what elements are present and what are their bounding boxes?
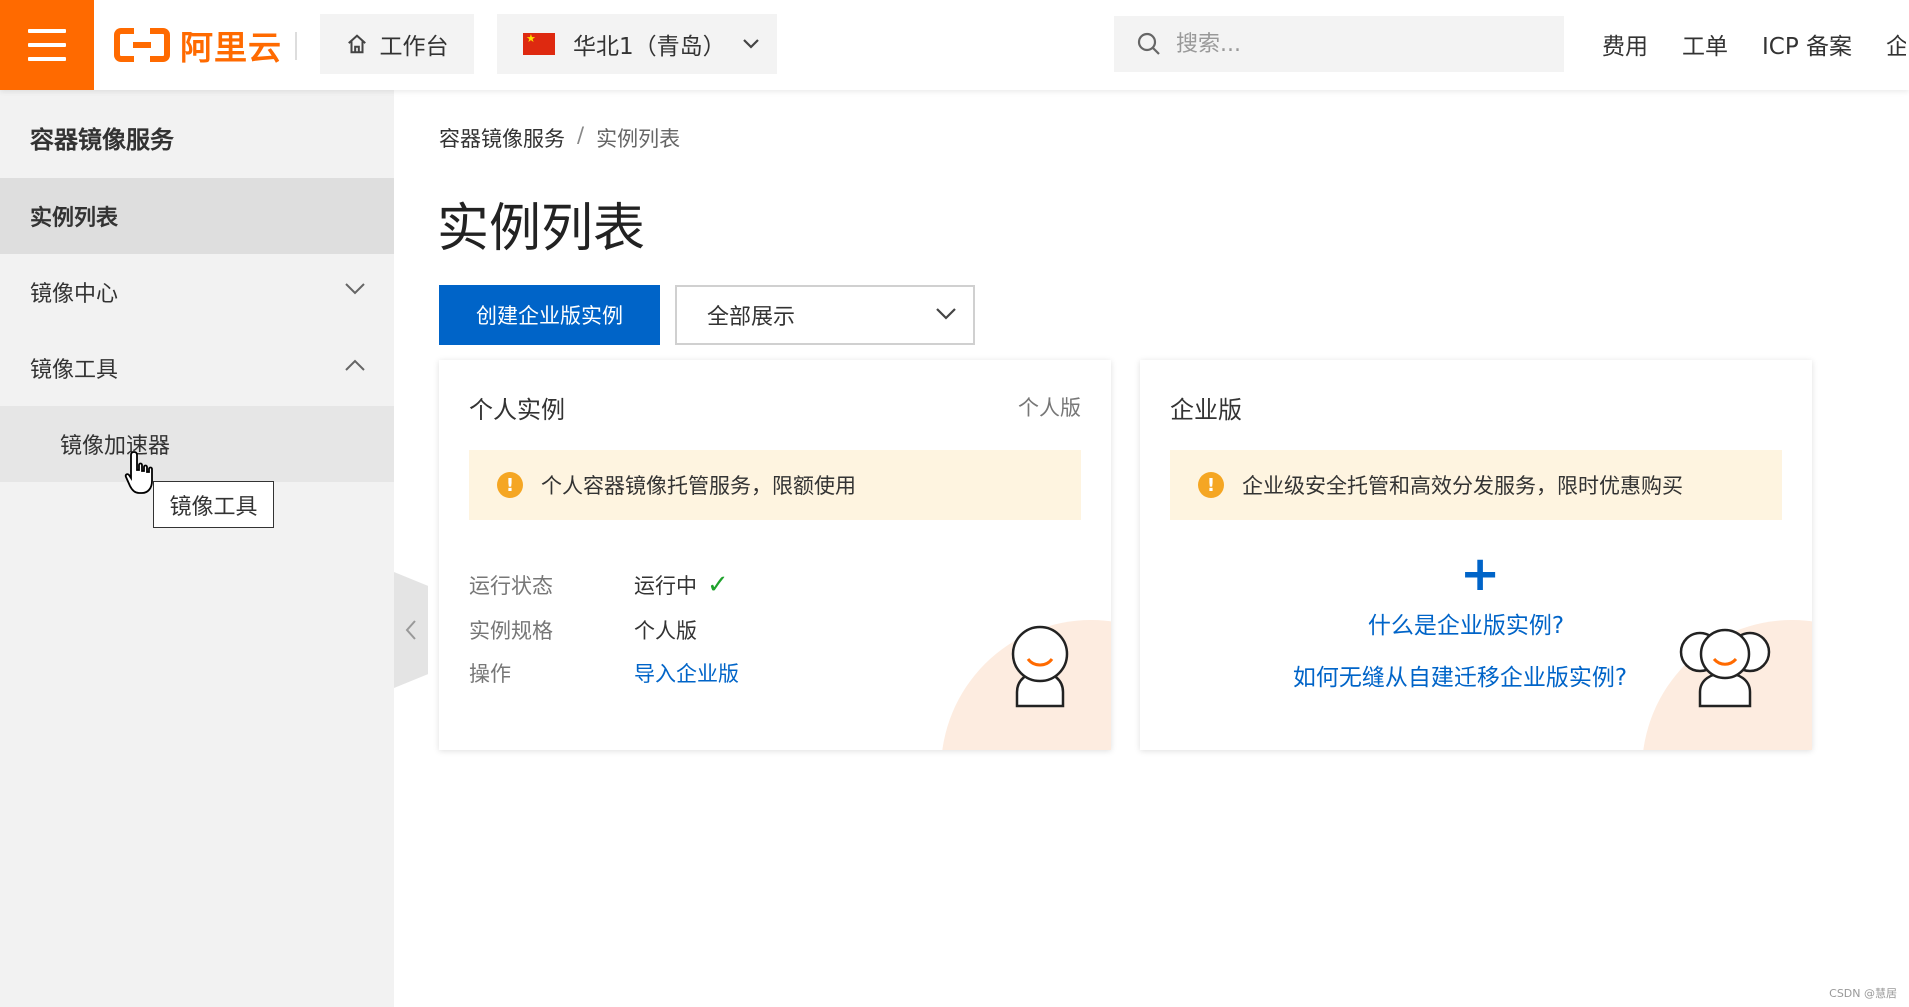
workbench-label: 工作台 <box>379 34 449 60</box>
top-link-tickets[interactable]: 工单 <box>1682 27 1728 61</box>
chevron-down-icon <box>742 39 759 49</box>
hamburger-icon-line <box>28 57 66 61</box>
top-link-icp[interactable]: ICP 备案 <box>1762 27 1852 61</box>
region-label: 华北1（青岛） <box>573 34 726 60</box>
chevron-down-icon <box>936 308 956 320</box>
notice-text: 个人容器镜像托管服务，限额使用 <box>541 474 856 498</box>
region-selector[interactable]: 华北1（青岛） <box>497 14 777 74</box>
check-icon: ✓ <box>707 570 729 600</box>
chevron-down-icon <box>345 283 365 295</box>
breadcrumb: 容器镜像服务 / 实例列表 <box>439 123 680 153</box>
info-row-value: 运行中 ✓ <box>634 570 729 600</box>
search-icon <box>1137 32 1160 55</box>
person-avatar-icon <box>1011 625 1069 708</box>
top-links: 费用 工单 ICP 备案 企 <box>1602 24 1906 64</box>
create-enterprise-instance-button[interactable]: 创建企业版实例 <box>439 285 660 345</box>
sidebar-item-label: 镜像工具 <box>30 358 119 383</box>
aliyun-logo-icon <box>114 28 170 62</box>
logo-text: 阿里云 <box>180 28 282 67</box>
search-input[interactable] <box>1176 31 1556 57</box>
card-title: 个人实例 <box>469 396 565 424</box>
page-title: 实例列表 <box>437 199 646 259</box>
sidebar-item-label: 镜像中心 <box>30 282 119 307</box>
breadcrumb-current: 实例列表 <box>596 127 681 151</box>
sidebar-item-instance-list[interactable]: 实例列表 <box>0 178 394 254</box>
chevron-left-icon <box>405 620 416 640</box>
info-row-key: 操作 <box>469 662 511 686</box>
chevron-up-icon <box>345 359 365 371</box>
info-row-operation: 操作 导入企业版 <box>469 658 739 688</box>
sidebar-tooltip: 镜像工具 <box>153 481 274 528</box>
china-flag-icon <box>523 32 555 55</box>
global-search[interactable] <box>1114 16 1564 72</box>
notice-text: 企业级安全托管和高效分发服务，限时优惠购买 <box>1242 474 1683 498</box>
info-row-value: 个人版 <box>634 619 697 643</box>
warning-icon: ! <box>1198 472 1224 498</box>
sidebar-collapse-toggle[interactable] <box>394 572 428 688</box>
enterprise-instance-card: 企业版 ! 企业级安全托管和高效分发服务，限时优惠购买 + 什么是企业版实例? … <box>1140 360 1812 750</box>
sidebar: 容器镜像服务 实例列表 镜像中心 镜像工具 镜像加速器 <box>0 90 394 1007</box>
info-row-status: 运行状态 运行中 ✓ <box>469 570 729 600</box>
sidebar-title: 容器镜像服务 <box>30 126 174 154</box>
breadcrumb-root[interactable]: 容器镜像服务 <box>439 123 565 153</box>
top-link-enterprise[interactable]: 企 <box>1886 27 1906 61</box>
info-row-spec: 实例规格 个人版 <box>469 615 697 645</box>
card-edition-tag: 个人版 <box>1018 396 1081 420</box>
import-enterprise-link[interactable]: 导入企业版 <box>634 658 739 688</box>
sidebar-subitem-image-accelerator[interactable]: 镜像加速器 <box>0 406 394 482</box>
hand-pointer-cursor-icon <box>124 451 153 494</box>
top-bar: 阿里云 工作台 华北1（青岛） 费用 工单 ICP 备案 企 <box>0 0 1909 90</box>
breadcrumb-separator: / <box>577 123 585 147</box>
top-link-billing[interactable]: 费用 <box>1602 27 1648 61</box>
notice-banner: ! 个人容器镜像托管服务，限额使用 <box>469 450 1081 520</box>
instance-filter-select[interactable]: 全部展示 <box>675 285 975 345</box>
sidebar-item-label: 实例列表 <box>30 206 119 231</box>
hamburger-icon-line <box>28 43 66 47</box>
sidebar-item-image-tools[interactable]: 镜像工具 <box>0 330 394 406</box>
group-avatar-icon <box>1679 628 1771 708</box>
status-text: 运行中 <box>634 574 697 598</box>
personal-instance-card: 个人实例 个人版 ! 个人容器镜像托管服务，限额使用 运行状态 运行中 ✓ 实例… <box>439 360 1111 750</box>
hamburger-icon-line <box>28 29 66 33</box>
aliyun-logo[interactable]: 阿里云 <box>114 22 282 68</box>
info-row-key: 运行状态 <box>469 574 553 598</box>
info-row-key: 实例规格 <box>469 619 553 643</box>
add-instance-plus-icon[interactable]: + <box>1460 550 1500 598</box>
sidebar-item-image-center[interactable]: 镜像中心 <box>0 254 394 330</box>
instance-filter-value: 全部展示 <box>707 305 796 330</box>
hamburger-menu-button[interactable] <box>0 0 94 90</box>
watermark: CSDN @慧居 <box>1829 987 1897 1000</box>
logo-divider <box>295 32 297 60</box>
card-title: 企业版 <box>1170 396 1242 424</box>
notice-banner: ! 企业级安全托管和高效分发服务，限时优惠购买 <box>1170 450 1782 520</box>
workbench-button[interactable]: 工作台 <box>320 14 474 74</box>
warning-icon: ! <box>497 472 523 498</box>
home-icon <box>347 34 366 54</box>
